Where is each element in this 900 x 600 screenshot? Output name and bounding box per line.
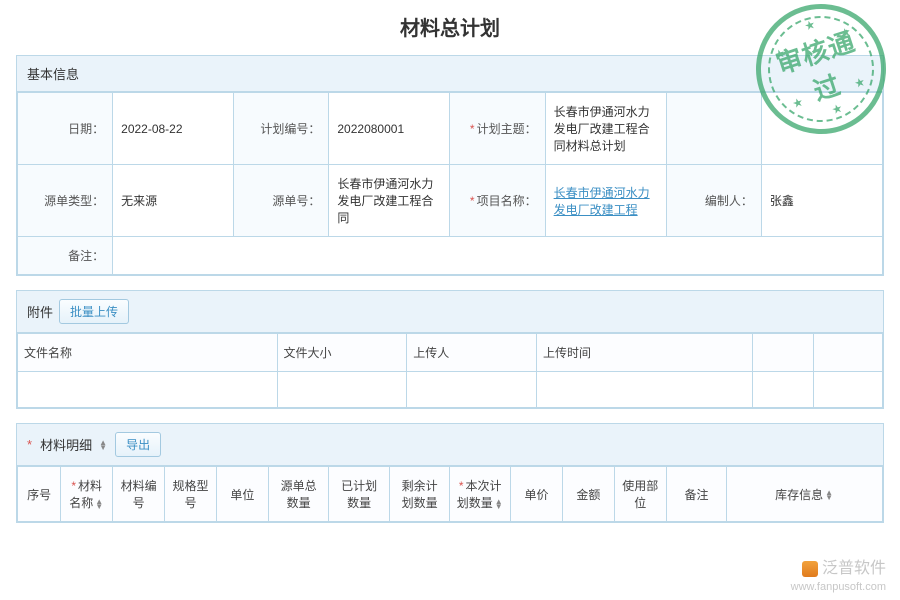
- basic-info-header: 基本信息: [17, 56, 883, 92]
- value-plan-no: 2022080001: [329, 93, 450, 165]
- attachments-title: 附件: [27, 302, 53, 321]
- col-src-qty: 源单总数量: [268, 467, 329, 522]
- col-use-dept: 使用部位: [614, 467, 666, 522]
- value-plan-subject: 长春市伊通河水力发电厂改建工程合同材料总计划: [545, 93, 666, 165]
- col-blank-a: [753, 334, 814, 372]
- col-remark: 备注: [666, 467, 727, 522]
- col-filename: 文件名称: [18, 334, 278, 372]
- label-date: 日期：: [18, 93, 113, 165]
- col-mat-name[interactable]: *材料名称▲▼: [61, 467, 113, 522]
- sort-icon[interactable]: ▲▼: [494, 499, 504, 509]
- label-plan-subject-text: 计划主题：: [477, 122, 537, 136]
- col-upload-time: 上传时间: [537, 334, 753, 372]
- label-source-type: 源单类型：: [18, 165, 113, 237]
- label-remark: 备注：: [18, 237, 113, 275]
- col-stock-info[interactable]: 库存信息▲▼: [727, 467, 883, 522]
- value-empty-1: [761, 93, 882, 165]
- material-detail-table: 序号 *材料名称▲▼ 材料编号 规格型号 单位 源单总数量 已计划数量 剩余计划…: [17, 466, 883, 522]
- col-mat-code: 材料编号: [113, 467, 165, 522]
- brand-logo-icon: [802, 561, 818, 577]
- col-this-qty[interactable]: *本次计划数量▲▼: [450, 467, 511, 522]
- project-name-link[interactable]: 长春市伊通河水力发电厂改建工程: [554, 186, 650, 217]
- attachments-header: 附件 批量上传: [17, 291, 883, 333]
- material-detail-header: * 材料明细 ▲▼ 导出: [17, 424, 883, 466]
- label-empty-1: [666, 93, 761, 165]
- col-seq: 序号: [18, 467, 61, 522]
- brand-name: 泛普软件: [822, 559, 886, 580]
- col-unit: 单位: [216, 467, 268, 522]
- col-filesize: 文件大小: [277, 334, 407, 372]
- label-plan-subject: *计划主题：: [450, 93, 545, 165]
- basic-info-panel: 基本信息 日期： 2022-08-22 计划编号： 2022080001 *计划…: [16, 55, 884, 276]
- value-source-type: 无来源: [113, 165, 234, 237]
- label-project-name-text: 项目名称：: [477, 194, 537, 208]
- basic-info-table: 日期： 2022-08-22 计划编号： 2022080001 *计划主题： 长…: [17, 92, 883, 275]
- col-stock-info-text: 库存信息: [775, 488, 823, 502]
- attachments-panel: 附件 批量上传 文件名称 文件大小 上传人 上传时间: [16, 290, 884, 409]
- label-source-no: 源单号：: [234, 165, 329, 237]
- watermark: 泛普软件 www.fanpusoft.com: [791, 559, 886, 594]
- sort-icon[interactable]: ▲▼: [94, 499, 104, 509]
- material-detail-panel: * 材料明细 ▲▼ 导出 序号 *材料名称▲▼ 材料编号 规格型号 单位 源单总…: [16, 423, 884, 523]
- page-title: 材料总计划: [16, 12, 884, 41]
- material-detail-title: 材料明细: [40, 435, 92, 454]
- col-planned-qty: 已计划数量: [329, 467, 390, 522]
- brand-url: www.fanpusoft.com: [791, 580, 886, 594]
- col-uploader: 上传人: [407, 334, 537, 372]
- col-price: 单价: [511, 467, 563, 522]
- col-blank-b: [813, 334, 882, 372]
- label-plan-no: 计划编号：: [234, 93, 329, 165]
- value-date: 2022-08-22: [113, 93, 234, 165]
- col-remain-qty: 剩余计划数量: [389, 467, 450, 522]
- export-button[interactable]: 导出: [115, 432, 161, 457]
- attachments-table: 文件名称 文件大小 上传人 上传时间: [17, 333, 883, 408]
- sort-icon[interactable]: ▲▼: [824, 490, 834, 500]
- value-remark: [113, 237, 883, 275]
- col-amount: 金额: [562, 467, 614, 522]
- value-source-no: 长春市伊通河水力发电厂改建工程合同: [329, 165, 450, 237]
- col-spec: 规格型号: [165, 467, 217, 522]
- batch-upload-button[interactable]: 批量上传: [59, 299, 129, 324]
- value-author: 张鑫: [761, 165, 882, 237]
- label-project-name: *项目名称：: [450, 165, 545, 237]
- label-author: 编制人：: [666, 165, 761, 237]
- required-marker: *: [27, 437, 32, 452]
- sort-icon[interactable]: ▲▼: [99, 440, 109, 450]
- value-project-name[interactable]: 长春市伊通河水力发电厂改建工程: [545, 165, 666, 237]
- table-row: [18, 372, 883, 408]
